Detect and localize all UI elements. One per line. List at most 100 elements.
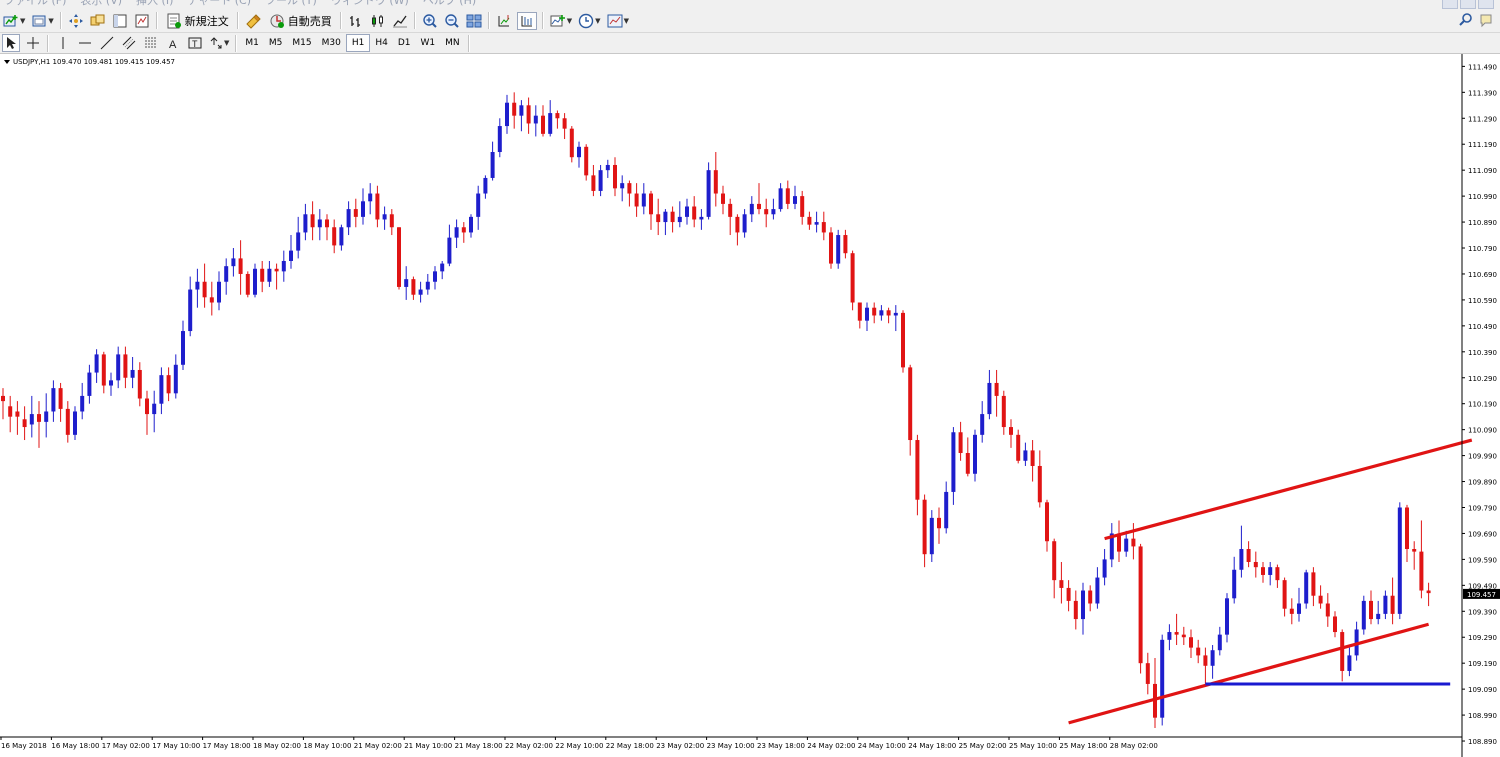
trendline[interactable] (1068, 622, 1430, 725)
navigator-icon (113, 14, 127, 27)
chart-shift-button[interactable] (495, 12, 513, 30)
timeframe-d1[interactable]: D1 (393, 35, 416, 51)
bar-chart-button[interactable] (347, 12, 365, 30)
candle (735, 214, 740, 246)
candle (1261, 561, 1265, 583)
terminal-button[interactable] (133, 12, 151, 30)
menu-help[interactable]: ヘルプ (H) (423, 0, 476, 8)
arrows-tool-button[interactable]: ▼ (208, 34, 230, 52)
zoom-in-button[interactable] (421, 12, 439, 30)
candlestick-chart-button[interactable] (369, 12, 387, 30)
navigator-button[interactable] (111, 12, 129, 30)
auto-trading-button[interactable]: 自動売買 (266, 12, 335, 30)
candle-body (130, 369, 135, 378)
candle (375, 185, 380, 228)
zoom-in-icon (423, 13, 437, 28)
horizontal-line-tool-button[interactable] (76, 34, 94, 52)
timeframe-w1[interactable]: W1 (415, 35, 440, 51)
price-chart[interactable]: 111.490 111.390 111.290 111.190 111.090 110.9… (0, 54, 1500, 757)
timeframe-h4[interactable]: H4 (370, 35, 393, 51)
candle-body (145, 398, 149, 415)
candle-body (656, 214, 661, 223)
search-button[interactable] (1458, 12, 1474, 28)
zoom-chart-button[interactable] (67, 12, 85, 30)
templates-button[interactable]: ▼ (606, 12, 630, 30)
time-tick-label: 28 May 02:00 (1110, 742, 1158, 750)
vertical-line-tool-button[interactable] (54, 34, 72, 52)
candle-body (1325, 603, 1330, 617)
menu-window[interactable]: ウィンドウ (W) (331, 0, 409, 8)
candle (260, 260, 265, 293)
text-label-tool-button[interactable]: T (186, 34, 204, 52)
timeframe-m15[interactable]: M15 (287, 35, 316, 51)
candle-body (994, 382, 999, 396)
autoscroll-button[interactable] (516, 11, 537, 30)
restore-button[interactable] (1460, 0, 1476, 9)
chart-window[interactable]: 111.490 111.390 111.290 111.190 111.090 110.9… (0, 54, 1500, 757)
price-tick-label: 111.190 (1468, 141, 1497, 149)
menu-view[interactable]: 表示 (V) (80, 0, 122, 8)
menu-tools[interactable]: ツール (T) (265, 0, 317, 8)
new-order-label: 新規注文 (184, 14, 229, 28)
candle-body (1102, 559, 1107, 578)
cursor-tool-button[interactable] (2, 34, 20, 52)
candle (1045, 499, 1049, 552)
candle (173, 354, 178, 399)
candle (944, 481, 949, 534)
market-watch-button[interactable] (89, 12, 107, 30)
metaeditor-button[interactable] (244, 12, 262, 30)
new-order-icon (167, 13, 181, 28)
profiles-button[interactable]: ▼ (30, 12, 54, 30)
tile-windows-icon (466, 14, 482, 27)
trendline[interactable] (1104, 438, 1473, 541)
candle (1181, 626, 1186, 646)
new-chart-button[interactable]: ▼ (2, 12, 26, 30)
candle-body (58, 388, 63, 409)
close-button[interactable] (1478, 0, 1494, 9)
timeframe-h1[interactable]: H1 (345, 34, 371, 52)
time-tick-label: 24 May 10:00 (858, 742, 906, 750)
help-button[interactable] (1478, 12, 1494, 28)
candle (1109, 523, 1114, 568)
channel-tool-button[interactable] (120, 34, 138, 52)
candle-body (173, 364, 178, 394)
zoom-out-button[interactable] (443, 12, 461, 30)
minimize-button[interactable] (1442, 0, 1458, 9)
new-order-button[interactable]: 新規注文 (163, 12, 232, 30)
indicators-button[interactable]: ▼ (549, 12, 573, 30)
candle (289, 235, 293, 269)
candle (339, 224, 344, 251)
timeframe-mn[interactable]: MN (440, 35, 465, 51)
menu-file[interactable]: ファイル (F) (4, 0, 66, 8)
candle (1037, 450, 1042, 508)
market-watch-icon (90, 14, 105, 25)
candle-body (1318, 595, 1323, 604)
menu-insert[interactable]: 挿入 (I) (136, 0, 173, 8)
tile-windows-button[interactable] (465, 12, 483, 30)
timeframe-m1[interactable]: M1 (240, 35, 264, 51)
price-tick-label: 108.890 (1468, 738, 1497, 746)
candle (65, 401, 70, 443)
candle-body (958, 432, 963, 454)
toolbar-separator (47, 34, 49, 52)
candle (634, 183, 639, 217)
timeframe-m30[interactable]: M30 (317, 35, 346, 51)
menu-charts[interactable]: チャート (C) (187, 0, 251, 8)
timeframe-m5[interactable]: M5 (264, 35, 288, 51)
line-chart-button[interactable] (391, 12, 409, 30)
candle-body (1203, 655, 1208, 666)
price-tick-label: 110.290 (1468, 375, 1497, 383)
profiles-icon (32, 15, 46, 26)
text-tool-button[interactable]: A (164, 34, 182, 52)
periods-button[interactable]: ▼ (577, 12, 601, 30)
crosshair-tool-button[interactable] (24, 34, 42, 52)
candle-body (1081, 590, 1085, 620)
trendline-tool-button[interactable] (98, 34, 116, 52)
candle (346, 201, 351, 236)
candle-body (533, 115, 538, 124)
chevron-down-icon: ▼ (48, 16, 54, 25)
candle-body (829, 232, 833, 264)
fibonacci-tool-button[interactable] (142, 34, 160, 52)
candle (267, 260, 272, 287)
candle (656, 198, 661, 236)
